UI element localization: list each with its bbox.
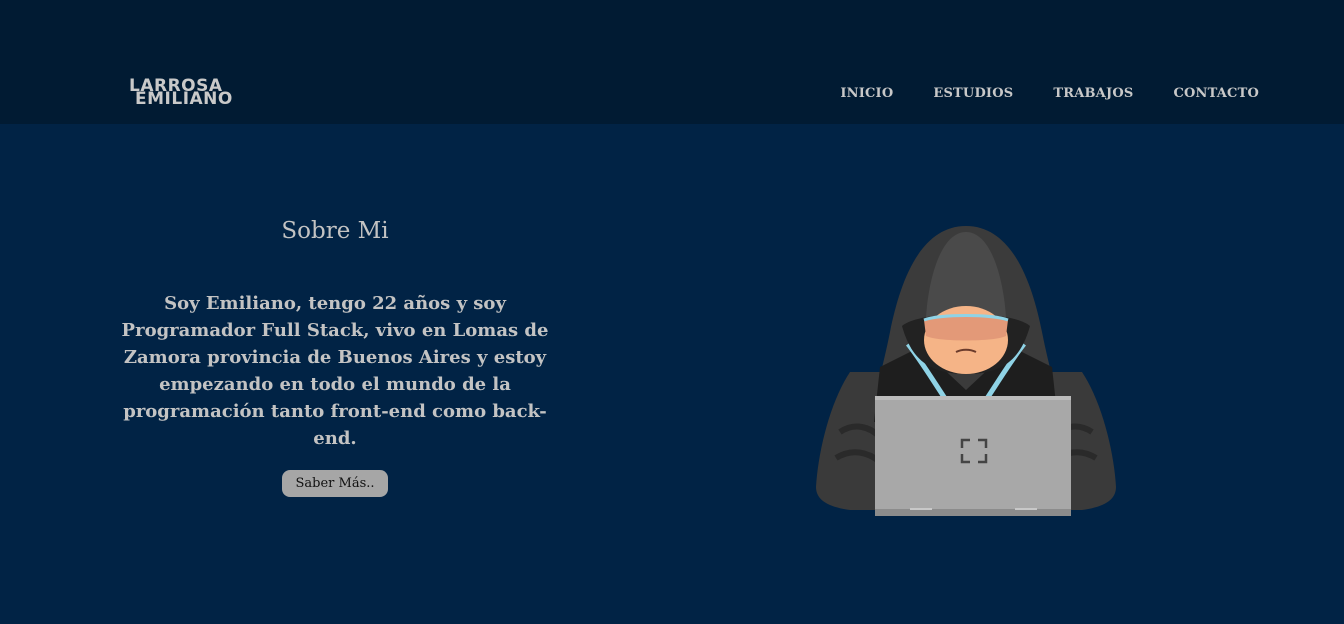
logo[interactable]: LARROSA EMILIANO [129,78,233,109]
nav-estudios[interactable]: ESTUDIOS [933,86,1013,101]
about-section: Sobre Mi Soy Emiliano, tengo 22 años y s… [120,210,550,497]
header: LARROSA EMILIANO INICIO ESTUDIOS TRABAJO… [0,0,1344,124]
saber-mas-button[interactable]: Saber Más.. [282,470,388,497]
hooded-hacker-icon [816,226,1116,516]
nav-inicio[interactable]: INICIO [840,86,893,101]
nav-contacto[interactable]: CONTACTO [1173,86,1259,101]
about-title: Sobre Mi [281,218,389,244]
main-nav: INICIO ESTUDIOS TRABAJOS CONTACTO [840,86,1259,101]
about-text: Soy Emiliano, tengo 22 años y soy Progra… [121,293,549,449]
logo-line2: EMILIANO [135,89,233,109]
nav-trabajos[interactable]: TRABAJOS [1053,86,1133,101]
hacker-illustration [810,222,1122,522]
